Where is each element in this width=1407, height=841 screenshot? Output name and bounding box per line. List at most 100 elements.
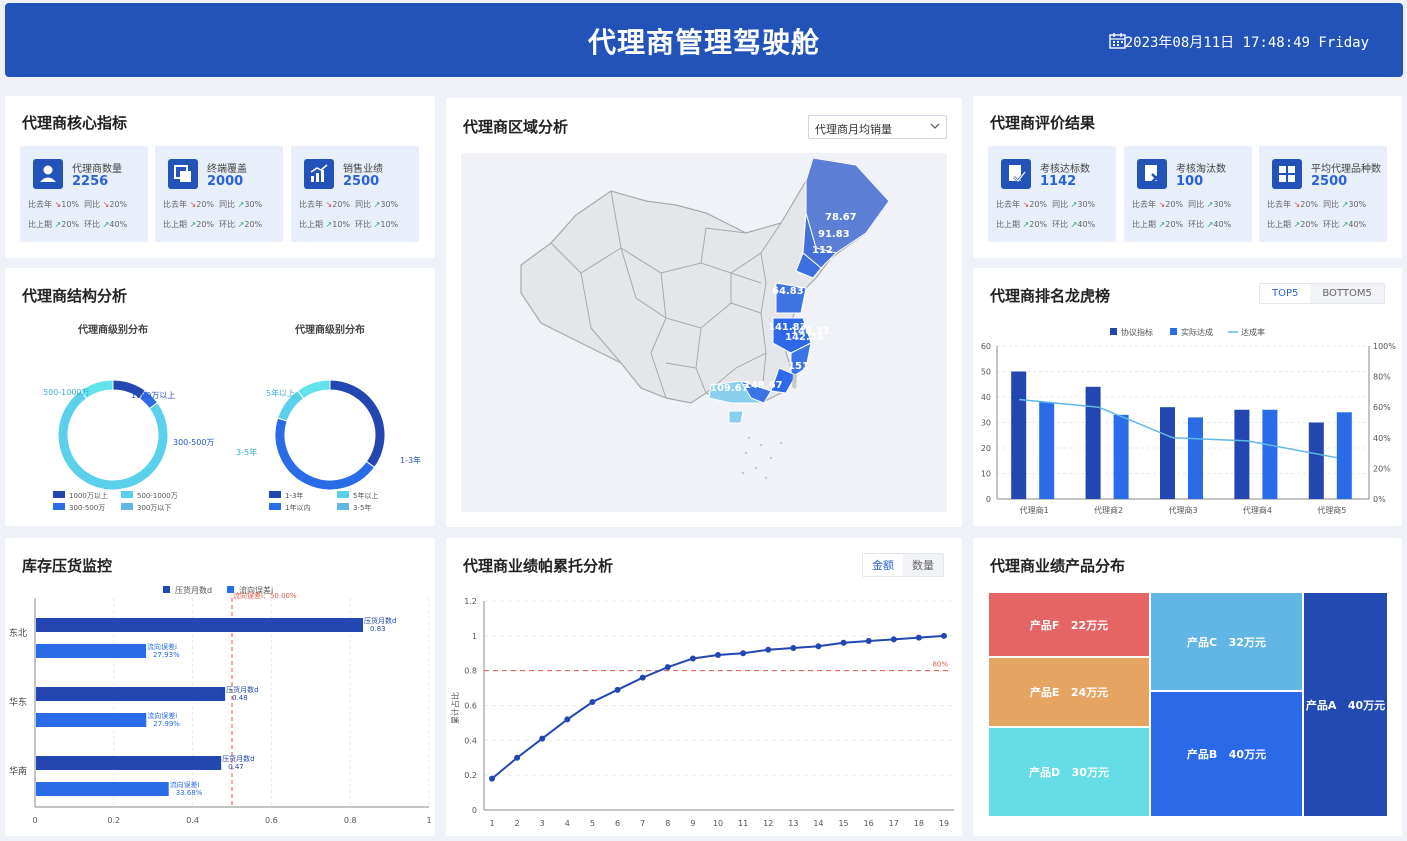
x-tick-label: 2 (515, 819, 520, 828)
bar (1160, 407, 1175, 499)
kpi-card[interactable]: 考核达标数 1142 比去年 ↘20% 同比 ↗30% 比上期 ↗20% 环比 ↗40… (988, 146, 1116, 242)
bar-value: 0.48 (232, 694, 248, 702)
treemap-cell[interactable]: 产品A 40万元 (1303, 592, 1388, 817)
y-tick-label: 0.2 (464, 771, 477, 780)
x-tick-label: 5 (590, 819, 595, 828)
x-tick-label: 0 (32, 816, 37, 825)
bar (1188, 417, 1203, 499)
bar (1262, 409, 1278, 499)
donut-label: 1-3年 (400, 455, 421, 465)
x-tick-label: 0.2 (107, 816, 120, 825)
metric-select[interactable]: 代理商月均销量 (808, 115, 947, 139)
x-tick-label: 0.6 (265, 816, 278, 825)
rate-line (1019, 398, 1337, 459)
compare-label: 比上期 (1132, 220, 1156, 229)
legend-label: 1年以内 (285, 503, 310, 512)
y-tick-label: 1 (472, 632, 477, 641)
bar-label: 流向误差i (170, 780, 200, 789)
data-point (941, 632, 947, 639)
y-tick-label: 20 (981, 444, 991, 453)
tab-top5[interactable]: TOP5 (1260, 284, 1311, 303)
x-tick-label: 代理商1 (1020, 505, 1049, 515)
bar-label: 压货月数d (364, 616, 396, 625)
tab-bottom5[interactable]: BOTTOM5 (1310, 284, 1383, 303)
donut-slice (296, 379, 331, 400)
product-value: 22万元 (1070, 618, 1109, 632)
x-tick-label: 17 (889, 819, 899, 828)
y2-tick-label: 100% (1373, 342, 1396, 351)
kpi-card[interactable]: 销售业绩 2500 比去年 ↘20% 同比 ↗30% 比上期 ↗10% 环比 ↗10% (291, 146, 419, 242)
y2-tick-label: 20% (1373, 464, 1391, 473)
bar (1308, 422, 1324, 499)
tab-count[interactable]: 数量 (903, 554, 943, 576)
compare-label: 同比 (1323, 200, 1340, 209)
x-tick-label: 4 (565, 819, 570, 828)
structure-panel: 代理商结构分析 代理商级别分布 1000万以上 300-500万 300万以下 500-… (5, 268, 435, 526)
x-tick-label: 8 (665, 819, 670, 828)
legend-label: 协议指标 (1121, 327, 1153, 337)
kpi-card[interactable]: 代理商数量 2256 比去年 ↘10% 同比 ↘20% 比上期 ↗20% 环比 ↗40… (20, 146, 148, 242)
y-tick-label: 30 (981, 419, 991, 428)
product-value: 40万元 (1228, 748, 1267, 761)
y-tick-label: 60 (981, 342, 991, 351)
y2-tick-label: 0% (1373, 495, 1386, 504)
legend-label: 1000万以上 (69, 491, 108, 500)
kpi-compare-row: 比去年 ↘10% 同比 ↘20% (28, 199, 127, 210)
legend-swatch (53, 503, 65, 510)
region-panel: 代理商区域分析 代理商月均销量 78.67 91.83 112 64.83 14… (446, 98, 962, 527)
product-value: 32万元 (1228, 635, 1266, 649)
grid-icon (1272, 159, 1302, 189)
treemap-cell[interactable]: 产品D 30万元 (988, 727, 1150, 817)
data-point (564, 716, 571, 723)
panel-title: 代理商排名龙虎榜 (990, 287, 1111, 305)
kpi-card[interactable]: 平均代理品种数 2500 比去年 ↘20% 同比 ↗30% 比上期 ↗20% 环比 ↗… (1259, 146, 1387, 242)
x-tick-label: 16 (864, 819, 874, 828)
compare-value: 20% (244, 220, 263, 229)
compare-value: 20% (1300, 220, 1319, 229)
x-tick-label: 11 (738, 819, 748, 828)
compare-value: 40% (1077, 220, 1096, 229)
treemap-cell[interactable]: 产品B 40万元 (1150, 691, 1303, 817)
x-tick-label: 12 (763, 819, 773, 828)
kpi-card[interactable]: 考核淘汰数 100 比去年 ↘20% 同比 ↗30% 比上期 ↗20% 环比 ↗40% (1124, 146, 1252, 242)
data-point (664, 664, 671, 671)
donut-slice (274, 417, 376, 491)
compare-label: 同比 (1052, 200, 1069, 209)
y2-tick-label: 60% (1373, 403, 1391, 412)
product-name: 产品E (1029, 686, 1060, 699)
treemap-cell[interactable]: 产品E 24万元 (988, 657, 1150, 727)
panel-title: 代理商业绩产品分布 (990, 557, 1126, 575)
compare-label: 同比 (355, 200, 372, 209)
product-value: 30万元 (1071, 766, 1109, 779)
legend-label: 5年以上 (353, 491, 378, 500)
legend-swatch (337, 503, 349, 510)
map-value-label: 142.33 (785, 332, 824, 343)
donut-title: 代理商级别分布 (294, 323, 365, 336)
compare-label: 环比 (1052, 220, 1069, 229)
x-tick-label: 15 (838, 819, 848, 828)
compare-value: 30% (1077, 200, 1096, 209)
compare-value: 20% (61, 220, 80, 229)
check-document-icon (1001, 159, 1031, 189)
bar (36, 644, 147, 658)
donut-label: 5年以上 (266, 388, 295, 398)
x-tick-label: 代理商5 (1317, 505, 1346, 515)
kpi-label: 终端覆盖 (207, 164, 247, 175)
china-map[interactable]: 78.6791.8311264.83141.83146.33142.331511… (461, 153, 947, 512)
bar-value: 0.83 (370, 625, 386, 633)
kpi-label: 考核达标数 (1040, 164, 1090, 175)
kpi-card[interactable]: 终端覆盖 2000 比去年 ↘20% 同比 ↗30% 比上期 ↗20% 环比 ↗20% (155, 146, 283, 242)
x-tick-label: 1 (426, 816, 431, 825)
product-name: 产品A (1305, 698, 1337, 712)
tab-amount[interactable]: 金额 (863, 554, 903, 576)
legend-swatch (121, 503, 133, 510)
treemap-cell[interactable]: 产品F 22万元 (988, 592, 1150, 657)
bar-value: 33.68% (176, 789, 203, 797)
pareto-chart: 00.20.40.60.811.280%累计占比1 2 3 4 5 6 7 8 9 10 11 12 1… (450, 597, 954, 828)
datetime: 2023年08月11日 17:48:49 Friday (1124, 35, 1369, 51)
treemap-cell[interactable]: 产品C 32万元 (1150, 592, 1303, 691)
y-tick-label: 0.4 (464, 736, 477, 745)
data-point (815, 643, 822, 650)
data-point (514, 754, 521, 761)
kpi-label: 代理商数量 (72, 164, 122, 175)
